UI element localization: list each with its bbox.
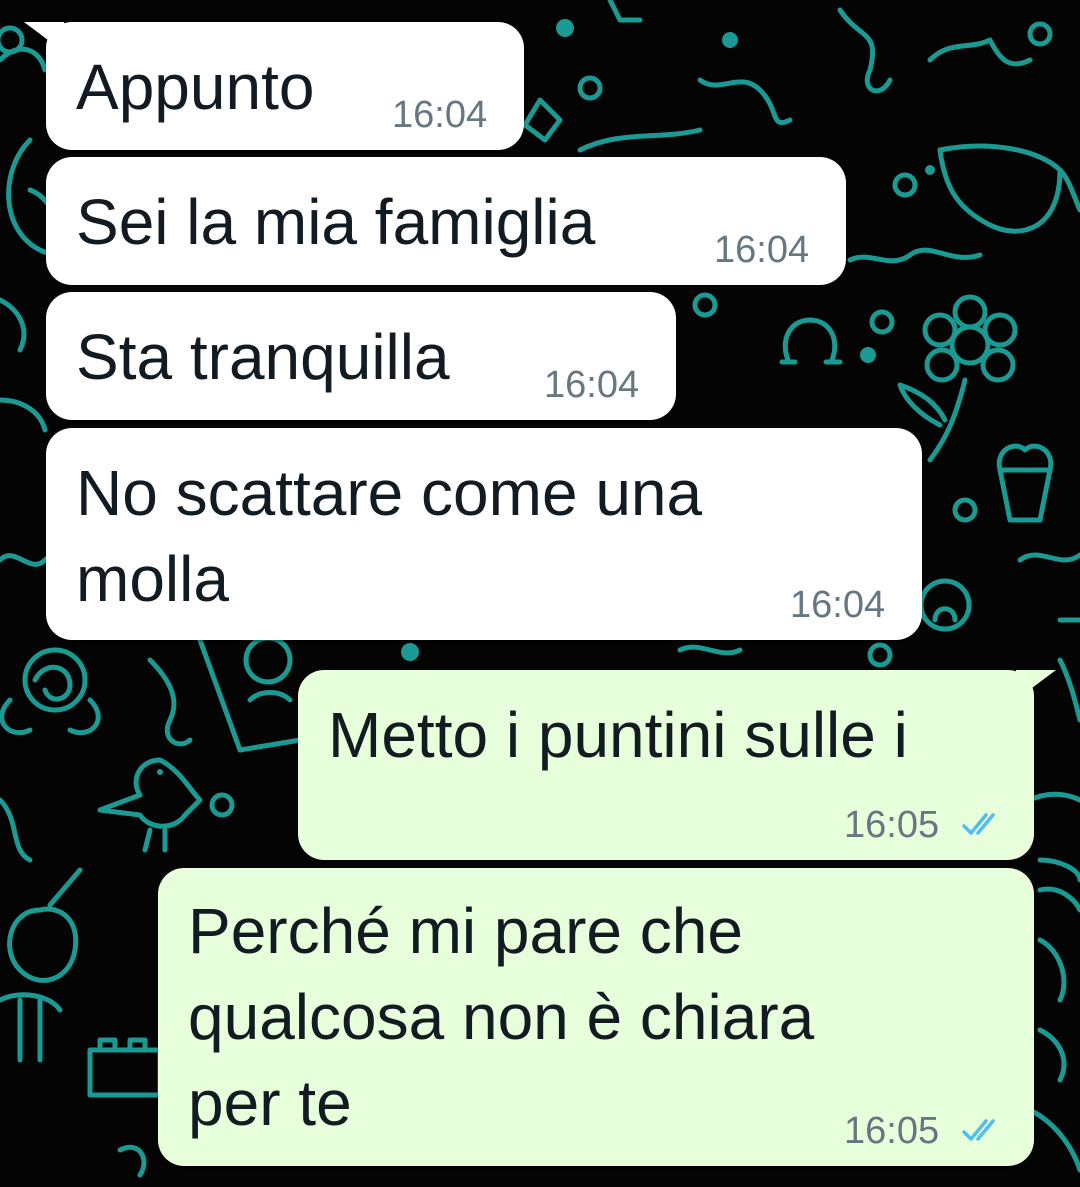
message-timestamp: 16:04 — [790, 584, 886, 626]
incoming-message-bubble[interactable]: No scattare come una molla 16:04 — [46, 428, 922, 640]
incoming-message-bubble[interactable]: Appunto 16:04 — [24, 22, 524, 150]
bubble-tail — [1016, 670, 1056, 700]
message-text-line: qualcosa non è chiara — [188, 981, 815, 1053]
message-timestamp: 16:04 — [392, 94, 488, 136]
incoming-message-bubble[interactable]: Sta tranquilla 16:04 — [46, 292, 676, 420]
message-text-line: molla — [76, 543, 229, 615]
double-check-read-icon — [962, 1119, 995, 1141]
message-timestamp: 16:05 — [844, 804, 940, 846]
incoming-message-bubble[interactable]: Sei la mia famiglia 16:04 — [46, 157, 846, 285]
outgoing-message-bubble[interactable]: Metto i puntini sulle i 16:05 — [298, 670, 1056, 860]
message-text: Sei la mia famiglia — [76, 186, 596, 258]
outgoing-message-bubble[interactable]: Perché mi pare che qualcosa non è chiara… — [158, 868, 1034, 1166]
message-timestamp: 16:04 — [544, 364, 640, 406]
message-text-line: Perché mi pare che — [188, 895, 743, 967]
message-timestamp: 16:04 — [714, 229, 810, 271]
chat-conversation[interactable]: Appunto 16:04 Sei la mia famiglia 16:04 … — [0, 0, 1080, 1187]
message-timestamp: 16:05 — [844, 1110, 940, 1152]
message-text: Appunto — [76, 51, 315, 123]
message-text: Metto i puntini sulle i — [328, 699, 908, 771]
bubble-tail — [24, 22, 64, 52]
message-text-line: No scattare come una — [76, 457, 703, 529]
message-text: Sta tranquilla — [76, 321, 450, 393]
double-check-read-icon — [962, 813, 995, 835]
message-text-line: per te — [188, 1067, 352, 1139]
